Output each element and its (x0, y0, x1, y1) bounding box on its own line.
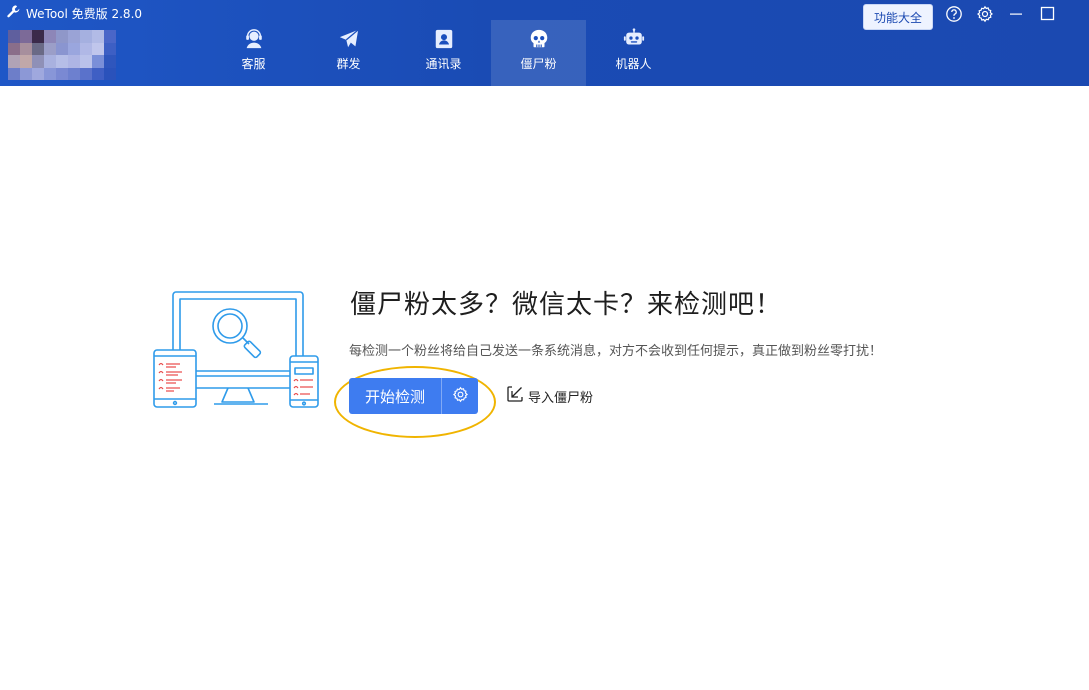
tab-contacts[interactable]: 通讯录 (396, 20, 491, 86)
tab-broadcast[interactable]: 群发 (301, 20, 396, 86)
tab-robot[interactable]: 机器人 (586, 20, 681, 86)
tab-label: 客服 (241, 57, 266, 71)
app-title: WeTool 免费版 2.8.0 (6, 4, 142, 22)
tab-zombie-fans[interactable]: 僵尸粉 (491, 20, 586, 86)
app-title-text: WeTool 免费版 2.8.0 (26, 6, 143, 21)
customer-service-icon (242, 27, 266, 51)
import-zombie-fans-link[interactable]: 导入僵尸粉 (506, 386, 593, 406)
gear-icon (452, 386, 469, 407)
help-icon (945, 5, 963, 27)
paper-plane-icon (337, 27, 361, 51)
title-bar: WeTool 免费版 2.8.0 客服 群发 通讯录 僵尸粉 机器人 功能大全 (0, 0, 1089, 86)
main-tabs: 客服 群发 通讯录 僵尸粉 机器人 (206, 20, 681, 86)
tab-label: 群发 (336, 57, 361, 71)
features-button[interactable]: 功能大全 (863, 4, 933, 30)
contacts-icon (432, 27, 456, 51)
robot-icon (622, 27, 646, 51)
settings-button[interactable] (974, 5, 996, 27)
start-detect-button[interactable]: 开始检测 (349, 378, 442, 414)
tab-label: 机器人 (615, 57, 652, 71)
tab-label: 僵尸粉 (520, 57, 557, 71)
settings-icon (976, 5, 994, 27)
page-headline: 僵尸粉太多？微信太卡？来检测吧！ (350, 290, 783, 320)
tab-label: 通讯录 (425, 57, 462, 71)
tab-customer-service[interactable]: 客服 (206, 20, 301, 86)
start-detect-group: 开始检测 (349, 378, 478, 414)
zombie-fans-panel: 僵尸粉太多？微信太卡？来检测吧！ 每检测一个粉丝将给自己发送一条系统消息，对方不… (0, 86, 1089, 690)
maximize-button[interactable] (1036, 5, 1058, 27)
skull-icon (527, 27, 551, 51)
help-button[interactable] (943, 5, 965, 27)
import-label: 导入僵尸粉 (528, 390, 594, 406)
minimize-button[interactable] (1005, 5, 1027, 27)
avatar[interactable] (8, 30, 116, 80)
import-arrow-icon (506, 385, 524, 407)
minimize-icon (1007, 5, 1025, 27)
page-description: 每检测一个粉丝将给自己发送一条系统消息，对方不会收到任何提示，真正做到粉丝零打扰… (349, 344, 883, 359)
wrench-icon (6, 4, 21, 22)
maximize-icon (1038, 5, 1056, 27)
device-scan-illustration (150, 288, 325, 413)
detect-settings-button[interactable] (442, 378, 478, 414)
